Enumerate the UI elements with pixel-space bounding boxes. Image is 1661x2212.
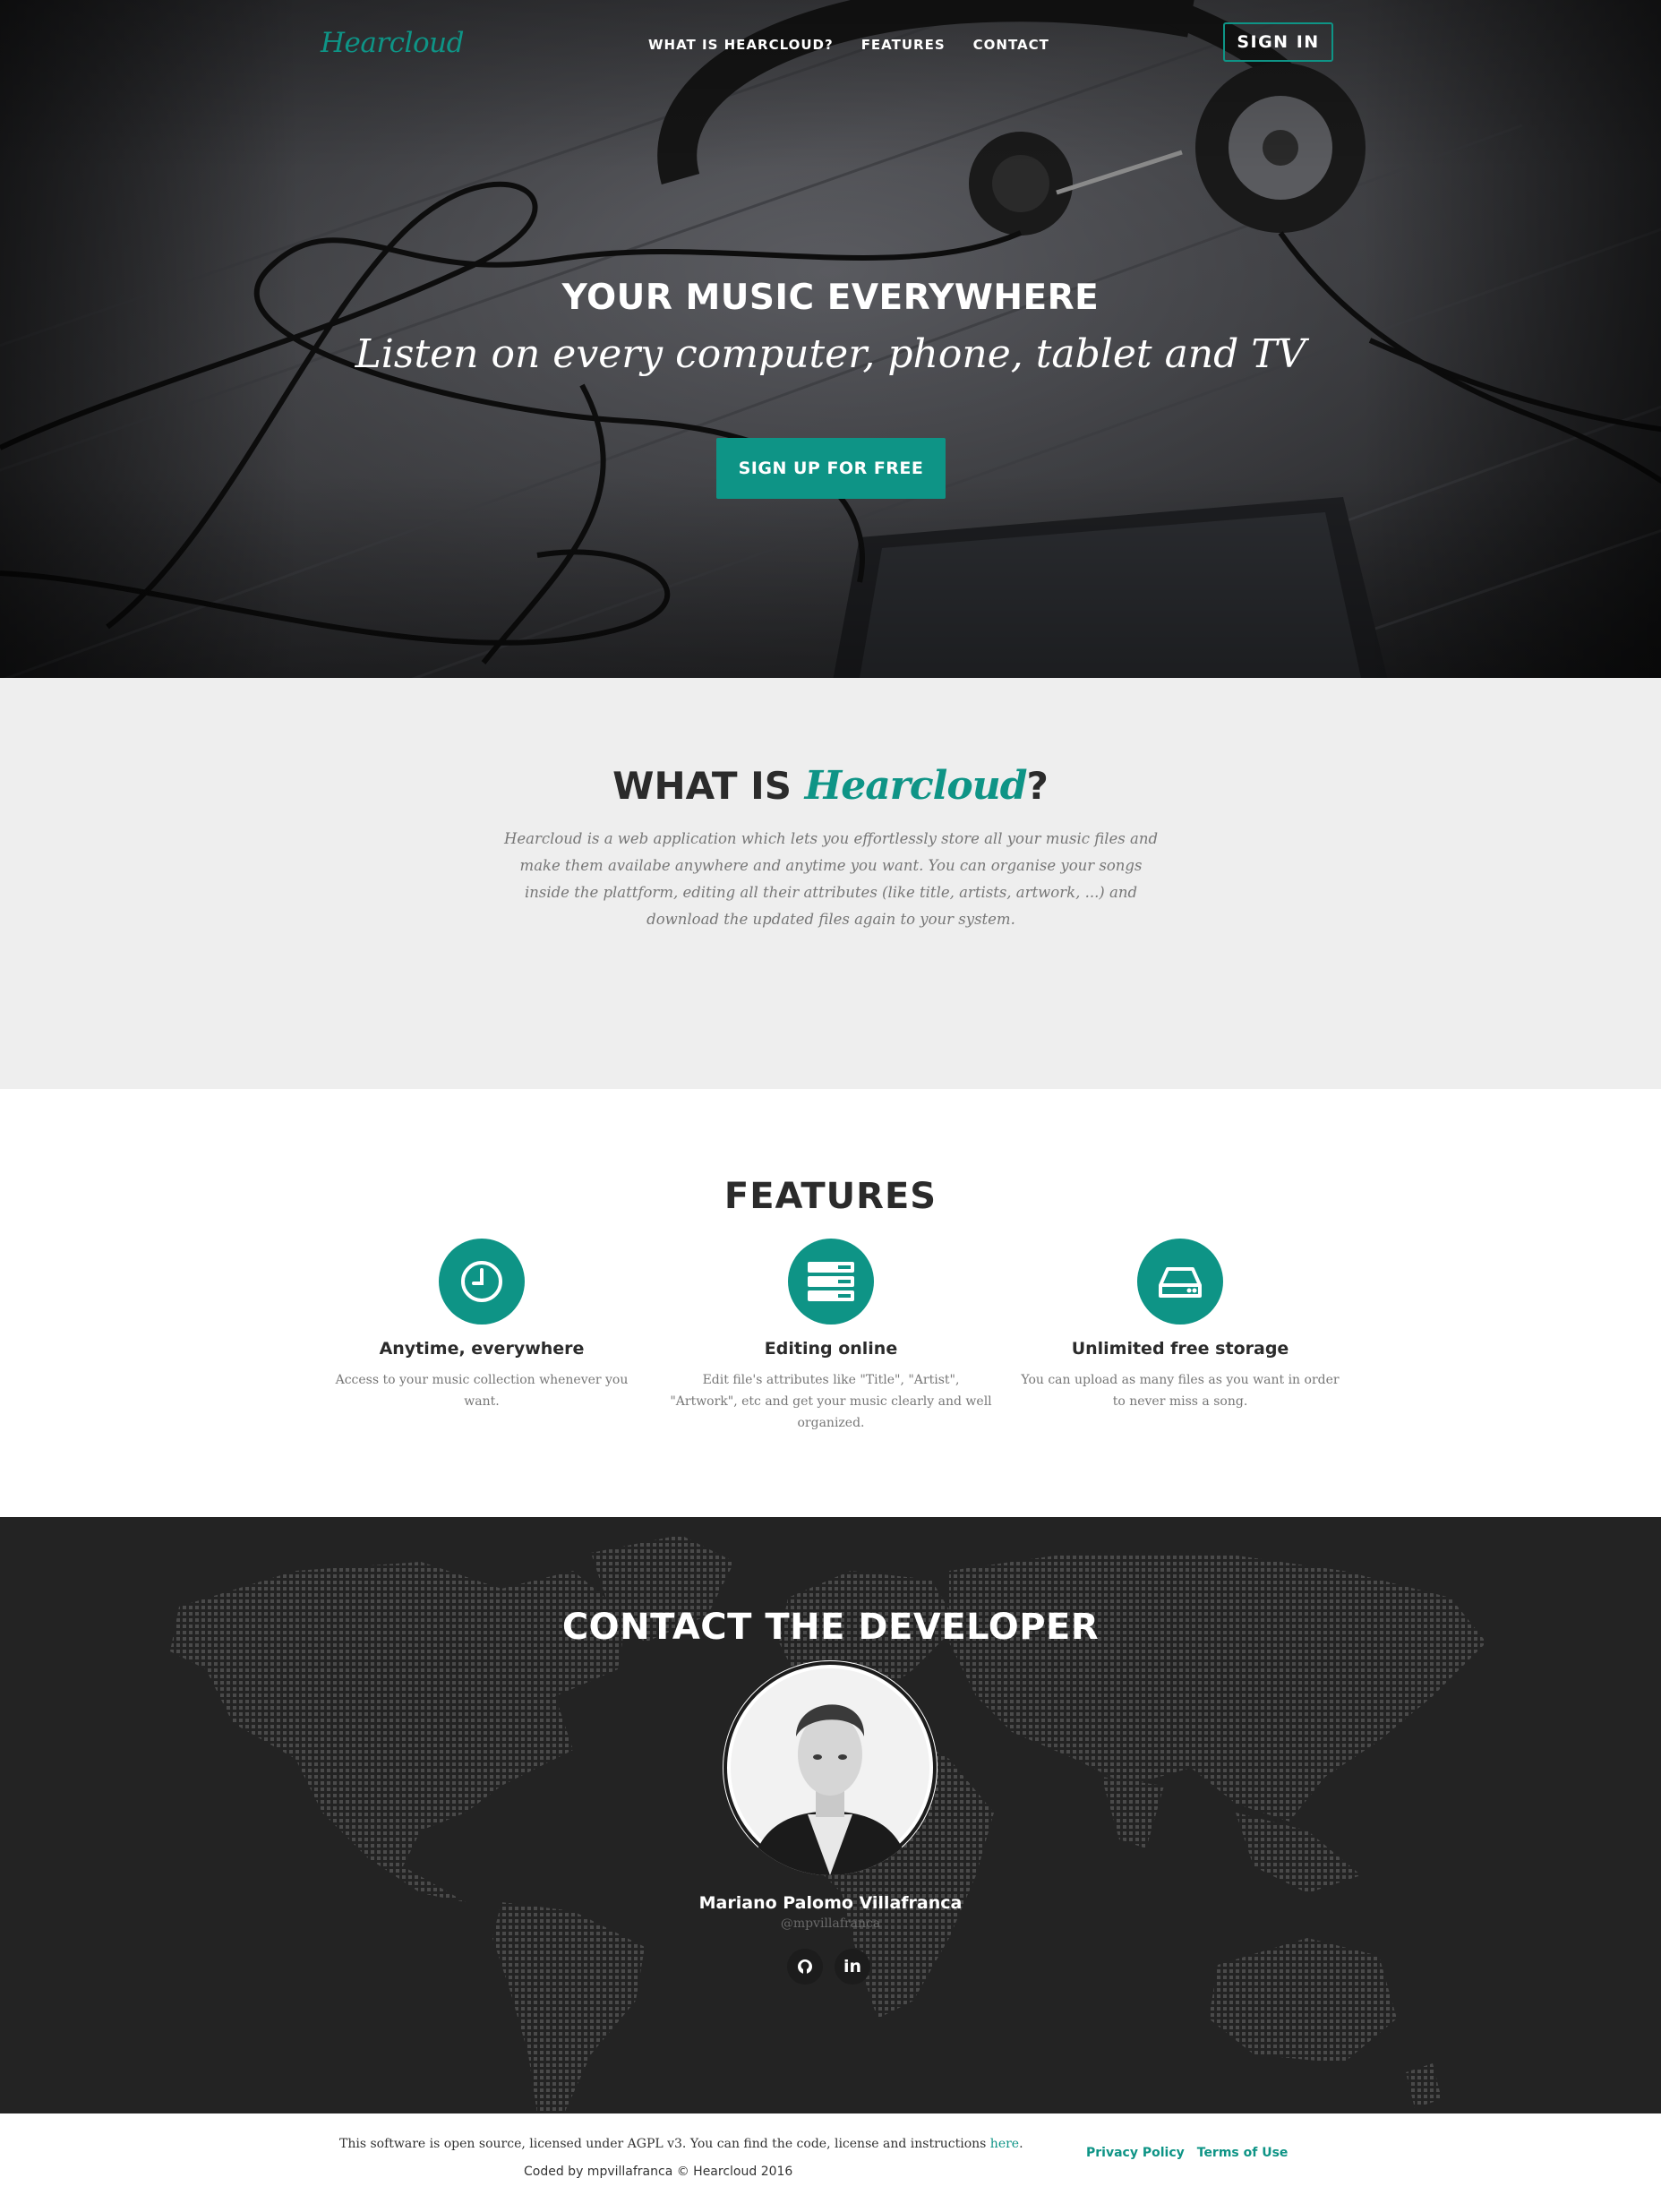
what-is-title-prefix: WHAT IS [612,764,792,808]
github-link[interactable] [787,1949,823,1985]
feature-text: You can upload as many files as you want… [1021,1373,1340,1409]
what-is-title-suffix: ? [1026,764,1049,808]
coded-by-text: Coded by mpvillafranca © Hearcloud 2016 [524,2165,793,2179]
feature-text: Edit file's attributes like "Title", "Ar… [670,1373,992,1430]
site-logo[interactable]: Hearcloud [321,27,464,59]
hero-subtitle: Listen on every computer, phone, tablet … [355,331,1306,377]
feature-text: Access to your music collection whenever… [335,1373,629,1409]
hard-drive-icon [1159,1267,1202,1298]
feature-title: Editing online [764,1339,898,1359]
linkedin-link[interactable]: in [835,1949,870,1985]
hero-title: YOUR MUSIC EVERYWHERE [561,278,1100,318]
what-is-title: WHAT IS Hearcloud? [0,763,1661,809]
features-title: FEATURES [723,1176,938,1217]
license-notice: This software is open source, licensed u… [339,2137,1023,2151]
developer-photo [723,1661,937,1875]
what-is-description: Hearcloud is a web application which let… [503,830,1159,928]
features-section: FEATURES Anytime, everywhere Access to y… [0,1089,1661,1517]
developer-name: Mariano Palomo Villafranca [698,1893,963,1913]
sign-in-button[interactable]: SIGN IN [1223,22,1333,62]
footer-links: Privacy Policy Terms of Use [1086,2146,1288,2160]
feature-card-anytime: Anytime, everywhere Access to your music… [321,1239,643,1412]
feature-icon-circle [1137,1239,1223,1325]
github-icon [798,1959,812,1974]
what-is-title-brand: Hearcloud [804,763,1028,809]
feature-icon-circle [788,1239,874,1325]
sign-up-button[interactable]: SIGN UP FOR FREE [716,438,946,499]
feature-title: Unlimited free storage [1071,1339,1289,1359]
contact-title: CONTACT THE DEVELOPER [561,1607,1100,1648]
clock-icon [461,1261,502,1302]
terms-of-use-link[interactable]: Terms of Use [1197,2146,1289,2160]
license-text-end: . [1019,2137,1023,2151]
hero-section: Hearcloud WHAT IS HEARCLOUD? FEATURES CO… [0,0,1661,678]
privacy-policy-link[interactable]: Privacy Policy [1086,2146,1185,2160]
page-footer: This software is open source, licensed u… [0,2113,1661,2212]
license-here-link[interactable]: here [990,2137,1019,2151]
nav-link-contact[interactable]: CONTACT [973,37,1049,53]
license-text: This software is open source, licensed u… [339,2137,990,2151]
top-navbar: Hearcloud WHAT IS HEARCLOUD? FEATURES CO… [0,0,1661,90]
what-is-section: WHAT IS Hearcloud? Hearcloud is a web ap… [0,678,1661,1089]
developer-handle: @mpvillafranca [780,1916,881,1931]
feature-card-editing: Editing online Edit file's attributes li… [670,1239,992,1434]
feature-title: Anytime, everywhere [379,1339,585,1359]
contact-section: CONTACT THE DEVELOPER Mariano Palomo Vil… [0,1517,1661,2113]
nav-link-what-is[interactable]: WHAT IS HEARCLOUD? [648,37,834,53]
server-icon [808,1262,854,1301]
developer-avatar [723,1660,938,1875]
linkedin-icon: in [843,1957,862,1976]
nav-link-features[interactable]: FEATURES [861,37,946,53]
feature-icon-circle [439,1239,525,1325]
nav-links: WHAT IS HEARCLOUD? FEATURES CONTACT [648,37,1049,53]
feature-card-storage: Unlimited free storage You can upload as… [1019,1239,1341,1412]
